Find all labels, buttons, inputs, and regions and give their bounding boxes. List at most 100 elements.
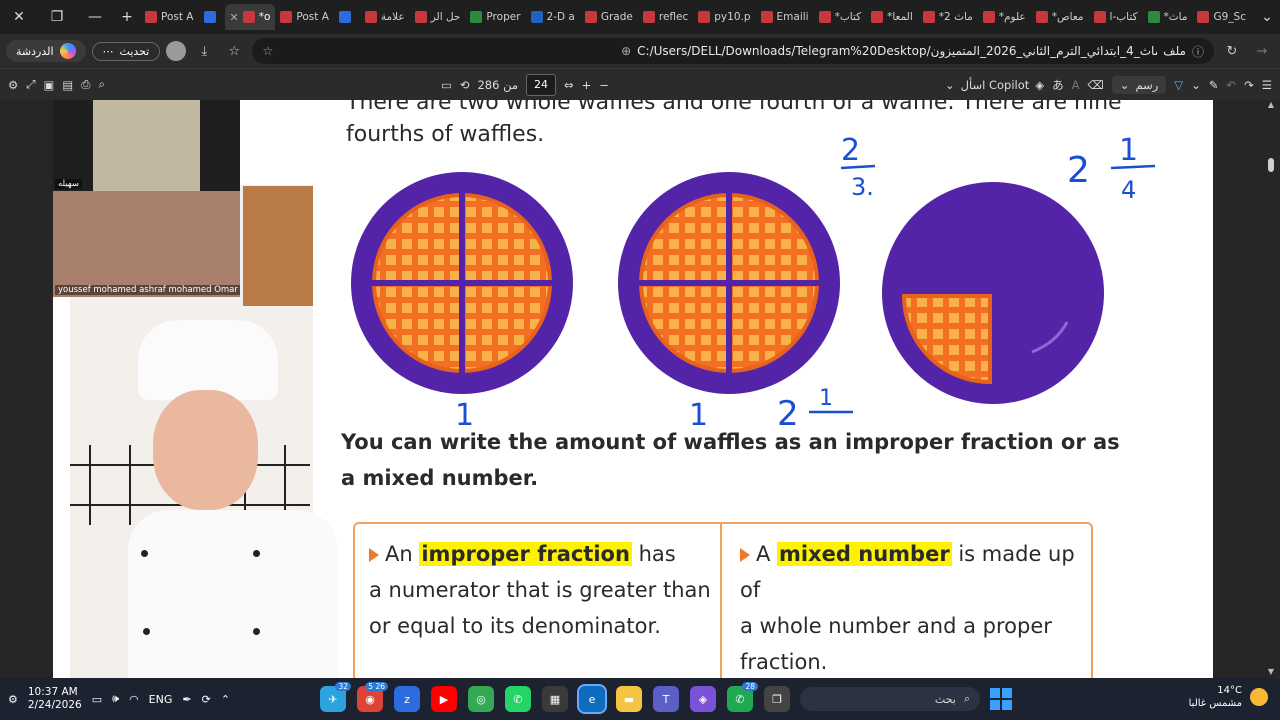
edge-icon[interactable]: e <box>577 684 607 714</box>
volume-icon[interactable]: 🕪 <box>112 692 119 706</box>
profile-avatar[interactable] <box>166 41 187 61</box>
copilot-app-icon[interactable]: ◈ <box>690 686 716 712</box>
zoom-in-icon[interactable]: + <box>582 78 592 92</box>
page-total: من 286 <box>477 77 519 92</box>
browser-tab[interactable]: *كتاب <box>814 4 867 30</box>
downloads-icon[interactable]: ⤓ <box>192 39 216 63</box>
fullscreen-icon[interactable]: ⤢ <box>26 77 35 92</box>
whatsapp-business-icon[interactable]: ✆ 28 <box>727 682 758 712</box>
read-aloud-icon[interactable]: A <box>1072 78 1080 92</box>
wifi-icon[interactable]: ◠ <box>129 693 139 706</box>
youtube-icon[interactable]: ▶ <box>431 686 457 712</box>
browser-tab[interactable]: Post A <box>140 4 199 30</box>
close-window-icon[interactable]: ✕ <box>0 0 38 34</box>
translate-icon[interactable]: あ <box>1052 77 1064 93</box>
browser-tab[interactable]: *علوم <box>978 4 1031 30</box>
browser-tab[interactable]: G9_Sc <box>1192 4 1251 30</box>
print-icon[interactable]: ⎙ <box>81 77 90 92</box>
browser-tab[interactable]: حل الر <box>410 4 466 30</box>
add-favorite-icon[interactable]: ☆ <box>262 44 273 58</box>
chat-button[interactable]: الدردشة <box>6 40 86 62</box>
close-tab-icon[interactable]: ✕ <box>230 11 239 24</box>
undo-icon[interactable]: ↶ <box>1226 78 1236 92</box>
pdf-icon <box>414 11 427 23</box>
language-indicator[interactable]: ENG <box>149 693 173 706</box>
settings-icon[interactable]: ⚙ <box>8 78 18 92</box>
scroll-thumb[interactable] <box>1268 158 1274 172</box>
search-icon[interactable]: ⌕ <box>98 77 104 92</box>
widgets-icon[interactable]: ⚙ <box>8 693 18 706</box>
chevron-down-icon[interactable]: ⌄ <box>1191 78 1201 92</box>
fit-width-icon[interactable]: ⇔ <box>564 78 574 92</box>
browser-tab[interactable]: py10.p <box>693 4 755 30</box>
browser-tab[interactable]: Post A <box>275 4 334 30</box>
show-hidden-icon[interactable]: ⌃ <box>221 693 230 706</box>
taskbar-search[interactable]: بحث ⌕ <box>800 687 980 711</box>
pdf-icon <box>280 11 293 23</box>
document-area: There are two whole waffles and one four… <box>0 100 1280 678</box>
browser-tab[interactable]: reflec <box>638 4 693 30</box>
scroll-down-icon[interactable]: ▼ <box>1266 667 1276 676</box>
save-icon[interactable]: ▣ <box>44 78 55 92</box>
battery-icon[interactable]: ▭ <box>92 693 102 706</box>
draw-button[interactable]: ⌄ رسم <box>1111 75 1167 94</box>
redo-icon[interactable]: ↷ <box>1244 78 1254 92</box>
pen-menu-icon[interactable]: ✒ <box>182 693 191 706</box>
zoom-out-icon[interactable]: − <box>599 78 609 92</box>
chevron-down-icon[interactable]: ⌄ <box>1254 0 1280 34</box>
page-icon <box>1147 11 1160 23</box>
weather-widget[interactable]: 14°C مشمس غالبا <box>1189 684 1268 710</box>
update-button[interactable]: ⋯ تحديث <box>91 41 161 61</box>
task-view-icon[interactable]: ❐ <box>764 686 790 712</box>
waffle-image <box>372 193 552 373</box>
telegram-icon[interactable]: ✈ 32 <box>320 682 351 712</box>
browser-tab[interactable]: علامة <box>360 4 410 30</box>
browser-tab[interactable]: ✕ *o <box>224 4 276 30</box>
clock-time: 10:37 AM <box>27 686 78 698</box>
browser-tab[interactable]: *ماث 2 <box>918 4 978 30</box>
favorites-icon[interactable]: ☆ <box>222 39 246 63</box>
browser-tab[interactable]: Emaili <box>756 4 814 30</box>
browser-tab[interactable] <box>334 4 360 30</box>
chrome-profile-icon[interactable]: ◉ 5 26 <box>357 682 388 712</box>
browser-tab[interactable]: Proper <box>465 4 525 30</box>
pen-icon[interactable]: ▽ <box>1174 78 1183 92</box>
start-button[interactable] <box>990 688 1012 710</box>
zoom-icon[interactable]: ⊕ <box>621 44 631 58</box>
url-field[interactable]: ☆ ⊕ C:/Users/DELL/Downloads/Telegram%20D… <box>252 38 1214 64</box>
chrome-icon[interactable]: ◎ <box>468 686 494 712</box>
new-tab-icon[interactable]: + <box>114 0 140 34</box>
store-icon[interactable]: ▦ <box>542 686 568 712</box>
zoom-icon[interactable]: z <box>394 686 420 712</box>
highlight-icon[interactable]: ✎ <box>1209 78 1219 92</box>
whatsapp-icon[interactable]: ✆ <box>505 686 531 712</box>
restore-window-icon[interactable]: ❐ <box>38 0 76 34</box>
info-icon[interactable]: ⓘ <box>1192 43 1204 60</box>
scroll-up-icon[interactable]: ▲ <box>1266 100 1276 109</box>
video-tile[interactable]: سهيله <box>53 100 240 191</box>
browser-tab[interactable]: Grade <box>580 4 638 30</box>
browser-tab[interactable]: *ماث <box>1143 4 1193 30</box>
minimize-window-icon[interactable]: — <box>76 0 114 34</box>
eraser-icon[interactable]: ⌫ <box>1088 78 1104 92</box>
page-view-icon[interactable]: ▭ <box>441 78 452 92</box>
browser-tab[interactable]: *المعا <box>866 4 918 30</box>
contents-icon[interactable]: ☰ <box>1262 78 1272 92</box>
vertical-scrollbar[interactable]: ▲ ▼ <box>1266 100 1276 678</box>
ask-copilot-button[interactable]: ⌄ اسأل Copilot ◈ <box>945 78 1044 92</box>
clock[interactable]: 10:37 AM 2/24/2026 <box>28 686 82 712</box>
forward-icon[interactable]: → <box>1250 39 1274 63</box>
file-explorer-icon[interactable]: ▬ <box>616 686 642 712</box>
save-as-icon[interactable]: ▤ <box>62 78 73 92</box>
refresh-icon[interactable]: ↻ <box>1220 39 1244 63</box>
rotate-icon[interactable]: ⟲ <box>460 78 470 92</box>
sync-icon[interactable]: ⟳ <box>202 693 211 706</box>
browser-tab[interactable]: 2-D a <box>526 4 580 30</box>
tab-strip: ✕ ❐ — + Post A ✕ *o Post A علامة حل الر Proper… <box>0 0 1280 34</box>
page-number-input[interactable]: 24 <box>526 73 557 96</box>
browser-tab[interactable]: كتاب-ا <box>1089 4 1143 30</box>
video-tile[interactable]: youssef mohamed ashraf mohamed Omar <box>53 191 240 297</box>
browser-tab[interactable]: *معاص <box>1031 4 1089 30</box>
teams-icon[interactable]: T <box>653 686 679 712</box>
browser-tab[interactable] <box>199 4 225 30</box>
